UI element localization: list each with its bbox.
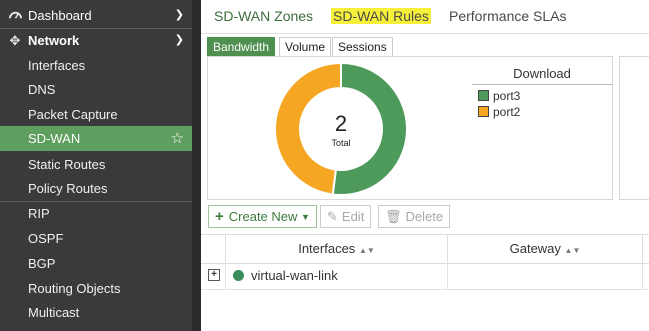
sidebar-item-network[interactable]: ✥ Network ❯	[0, 28, 192, 53]
sidebar-item-ospf[interactable]: OSPF	[0, 226, 192, 251]
tab-sd-wan-zones[interactable]: SD-WAN Zones	[214, 8, 313, 24]
sidebar-item-dashboard[interactable]: Dashboard ❯	[0, 3, 192, 28]
expand-icon[interactable]: +	[208, 269, 220, 281]
column-header-label: Interfaces	[298, 241, 356, 256]
sidebar-item-label: Policy Routes	[28, 181, 108, 196]
column-header-interfaces[interactable]: Interfaces ▲▼	[226, 235, 448, 263]
create-new-label: Create New	[228, 209, 298, 224]
sidebar: Dashboard ❯ ✥ Network ❯ Interfaces DNS P…	[0, 0, 201, 331]
legend-label: port2	[493, 105, 521, 119]
sidebar-item-multicast[interactable]: Multicast	[0, 300, 192, 325]
sidebar-item-packet-capture[interactable]: Packet Capture	[0, 102, 192, 127]
sidebar-item-label: Network	[28, 33, 80, 48]
chart-legend: Download port3 port2	[472, 63, 612, 120]
sidebar-item-label: OSPF	[28, 231, 64, 246]
column-divider	[447, 263, 448, 289]
cell-interfaces: virtual-wan-link	[251, 268, 338, 283]
bandwidth-chart-panel: 2 Total Download port3 port2	[207, 56, 613, 200]
sidebar-item-label: Static Routes	[28, 157, 106, 172]
create-new-button[interactable]: + Create New ▼	[208, 205, 317, 228]
donut-svg: 2 Total	[274, 61, 408, 196]
plus-icon: +	[215, 208, 224, 225]
sidebar-item-dns[interactable]: DNS	[0, 77, 192, 102]
donut-chart: 2 Total	[273, 61, 409, 197]
sidebar-item-rip[interactable]: RIP	[0, 201, 192, 226]
sidebar-item-label: Packet Capture	[28, 107, 118, 122]
legend-item-port2[interactable]: port2	[478, 104, 612, 120]
tab-performance-slas[interactable]: Performance SLAs	[449, 8, 567, 24]
star-icon[interactable]: ☆	[171, 126, 184, 151]
segment-volume[interactable]: Volume	[279, 37, 332, 57]
sidebar-item-label: SD-WAN	[28, 131, 81, 146]
segment-sessions[interactable]: Sessions	[332, 37, 393, 57]
legend-item-port3[interactable]: port3	[478, 88, 612, 104]
pencil-icon: ✎	[327, 209, 338, 224]
sd-wan-globe-icon	[233, 270, 244, 281]
sidebar-item-label: DNS	[28, 82, 56, 97]
sort-icon: ▲▼	[564, 246, 581, 255]
table-row[interactable]: + virtual-wan-link	[201, 263, 649, 290]
chart-center-value: 2	[335, 111, 347, 136]
legend-swatch	[478, 106, 489, 117]
main-content: SD-WAN Zones SD-WAN Rules Performance SL…	[201, 0, 649, 331]
trash-icon: 🗑	[385, 209, 402, 224]
secondary-chart-panel	[619, 56, 649, 200]
delete-button[interactable]: 🗑 Delete	[378, 205, 451, 228]
sidebar-item-label: Routing Objects	[28, 281, 121, 296]
expand-column-header	[201, 235, 226, 263]
table-header: Interfaces ▲▼ Gateway ▲▼	[201, 234, 649, 264]
tab-sd-wan-rules[interactable]: SD-WAN Rules	[331, 8, 431, 24]
sidebar-scrollbar[interactable]	[192, 0, 201, 331]
sidebar-item-label: Dashboard	[28, 8, 92, 23]
dashboard-icon	[8, 3, 22, 28]
move-arrows-icon: ✥	[9, 33, 21, 48]
sidebar-item-label: BGP	[28, 256, 56, 271]
column-header-label: Gateway	[509, 241, 561, 256]
sidebar-item-interfaces[interactable]: Interfaces	[0, 53, 192, 78]
column-divider	[225, 263, 226, 289]
tab-bar: SD-WAN Zones SD-WAN Rules Performance SL…	[201, 0, 649, 34]
sidebar-item-label: RIP	[28, 206, 50, 221]
segment-bandwidth[interactable]: Bandwidth	[207, 37, 276, 57]
sort-icon: ▲▼	[358, 246, 375, 255]
sidebar-item-static-routes[interactable]: Static Routes	[0, 152, 192, 177]
sidebar-item-routing-objects[interactable]: Routing Objects	[0, 276, 192, 301]
caret-down-icon: ▼	[301, 212, 310, 222]
legend-title: Download	[472, 63, 612, 85]
edit-label: Edit	[341, 209, 365, 224]
chevron-down-icon: ❯	[174, 34, 184, 46]
chevron-right-icon: ❯	[174, 9, 184, 21]
sidebar-item-label: Interfaces	[28, 58, 86, 73]
legend-label: port3	[493, 89, 521, 103]
sidebar-item-policy-routes[interactable]: Policy Routes	[0, 176, 192, 201]
column-divider	[642, 263, 643, 289]
delete-label: Delete	[405, 209, 444, 224]
chart-center-label: Total	[331, 138, 350, 148]
legend-swatch	[478, 90, 489, 101]
sidebar-item-bgp[interactable]: BGP	[0, 251, 192, 276]
sidebar-item-label: Multicast	[28, 305, 80, 320]
edit-button[interactable]: ✎ Edit	[320, 205, 372, 228]
column-header-gateway[interactable]: Gateway ▲▼	[448, 235, 643, 263]
sidebar-item-sd-wan[interactable]: SD-WAN ☆	[0, 126, 192, 151]
